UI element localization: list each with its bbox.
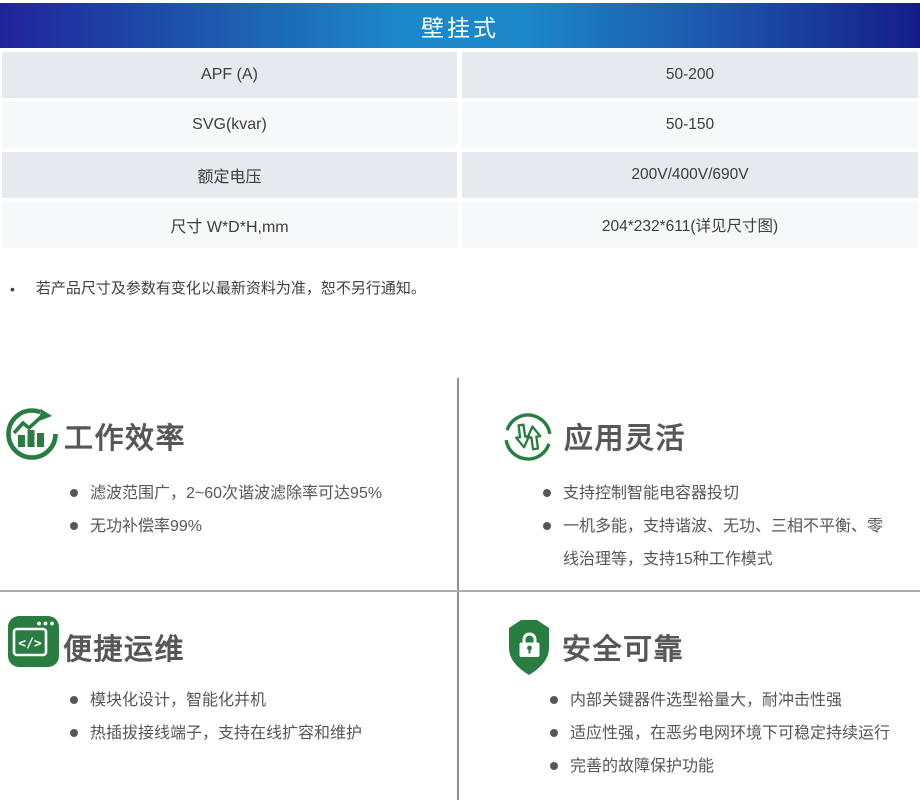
bullet-dot: [543, 489, 551, 497]
feature-work-efficiency: 工作效率 滤波范围广，2~60次谐波滤除率可达95% 无功补偿率99%: [0, 378, 457, 590]
list-item: 滤波范围广，2~60次谐波滤除率可达95%: [70, 477, 455, 510]
table-header-title: 壁挂式: [421, 9, 499, 43]
spec-value: 50-150: [462, 102, 918, 148]
table-row: 额定电压 200V/400V/690V: [0, 152, 920, 198]
spec-label: APF (A): [2, 52, 457, 98]
code-window-icon: </>: [7, 615, 60, 673]
spec-label: 额定电压: [2, 152, 457, 198]
feature-flexible-application: 应用灵活 支持控制智能电容器投切 一机多能，支持谐波、无功、三相不平衡、零线治理…: [458, 378, 920, 590]
spec-value: 204*232*611(详见尺寸图): [462, 202, 918, 248]
bullet-dot: [550, 729, 558, 737]
table-row: SVG(kvar) 50-150: [0, 102, 920, 148]
svg-text:</>: </>: [18, 637, 42, 652]
list-item: 内部关键器件选型裕量大，耐冲击性强: [550, 684, 912, 717]
feature-bullet-list: 模块化设计，智能化并机 热插拔接线端子，支持在线扩容和维护: [70, 684, 455, 750]
feature-title: 工作效率: [64, 425, 186, 454]
table-header: 壁挂式: [0, 3, 920, 48]
feature-title: 安全可靠: [562, 636, 684, 665]
feature-bullet-list: 滤波范围广，2~60次谐波滤除率可达95% 无功补偿率99%: [70, 477, 455, 543]
bullet-dot: [70, 696, 78, 704]
feature-bullet-list: 支持控制智能电容器投切 一机多能，支持谐波、无功、三相不平衡、零线治理等，支持1…: [543, 477, 891, 576]
spec-value: 50-200: [462, 52, 918, 98]
list-item: 无功补偿率99%: [70, 510, 455, 543]
bullet-dot: [550, 762, 558, 770]
list-item: 模块化设计，智能化并机: [70, 684, 455, 717]
table-row: 尺寸 W*D*H,mm 204*232*611(详见尺寸图): [0, 202, 920, 248]
list-item: 热插拔接线端子，支持在线扩容和维护: [70, 717, 455, 750]
feature-title: 便捷运维: [63, 636, 185, 665]
bullet-dot: [70, 489, 78, 497]
swap-arrows-icon: [502, 411, 554, 468]
table-row: APF (A) 50-200: [0, 52, 920, 98]
growth-chart-icon: [4, 402, 64, 467]
feature-bullet-list: 内部关键器件选型裕量大，耐冲击性强 适应性强，在恶劣电网环境下可稳定持续运行 完…: [550, 684, 912, 783]
bullet-dot: [543, 522, 551, 530]
disclaimer-note: • 若产品尺寸及参数有变化以最新资料为准，恕不另行通知。: [10, 279, 900, 299]
list-item: 完善的故障保护功能: [550, 750, 912, 783]
spec-label: SVG(kvar): [2, 102, 457, 148]
spec-value: 200V/400V/690V: [462, 152, 918, 198]
list-item: 支持控制智能电容器投切: [543, 477, 891, 510]
product-spec-page: 壁挂式 APF (A) 50-200 SVG(kvar) 50-150 额定电压…: [0, 0, 920, 800]
list-item: 一机多能，支持谐波、无功、三相不平衡、零线治理等，支持15种工作模式: [543, 510, 891, 576]
feature-safe-reliable: 安全可靠 内部关键器件选型裕量大，耐冲击性强 适应性强，在恶劣电网环境下可稳定持…: [458, 591, 920, 800]
note-bullet-dot: •: [10, 279, 15, 299]
bullet-dot: [550, 696, 558, 704]
feature-convenient-maintenance: </> 便捷运维 模块化设计，智能化并机 热插拔接线端子，支持在线扩容和维护: [0, 591, 457, 800]
shield-lock-icon: [507, 617, 551, 682]
feature-title: 应用灵活: [564, 425, 686, 454]
spec-label: 尺寸 W*D*H,mm: [2, 202, 457, 248]
bullet-dot: [70, 729, 78, 737]
list-item: 适应性强，在恶劣电网环境下可稳定持续运行: [550, 717, 912, 750]
disclaimer-text: 若产品尺寸及参数有变化以最新资料为准，恕不另行通知。: [36, 279, 426, 299]
bullet-dot: [70, 522, 78, 530]
